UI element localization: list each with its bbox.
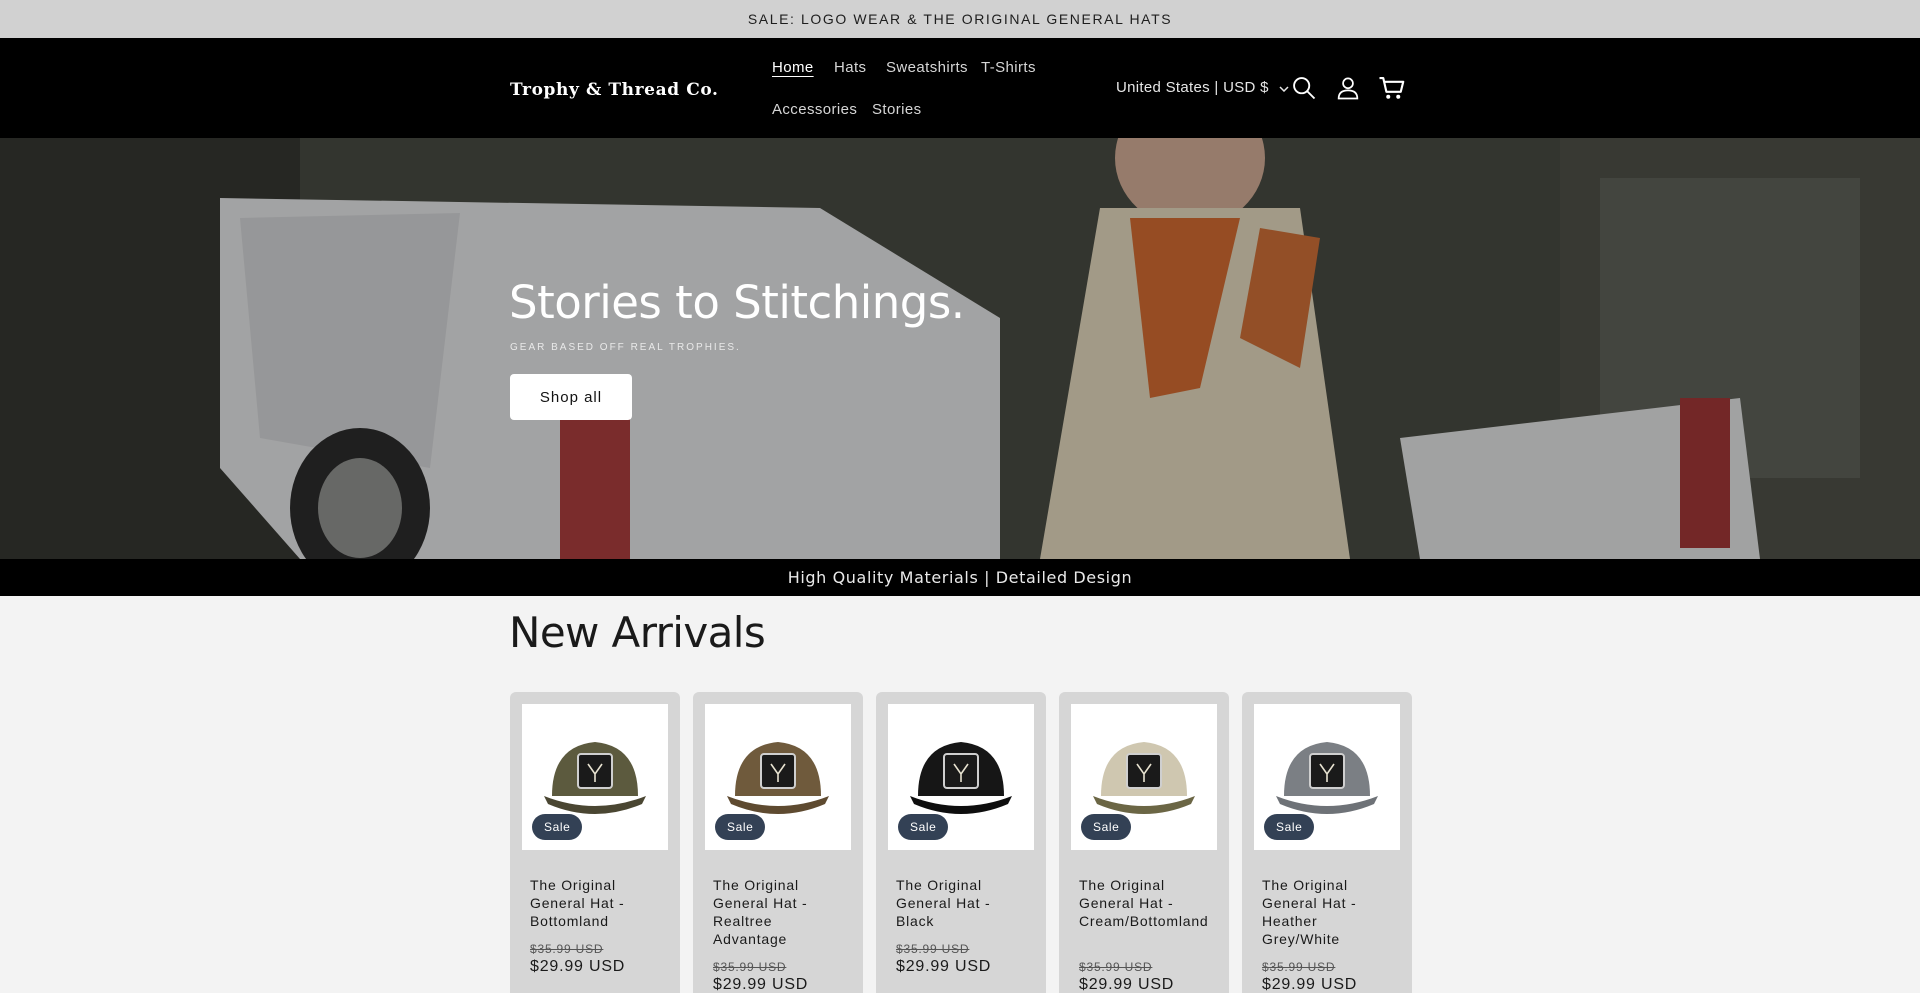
- product-card[interactable]: Sale The Original General Hat - Cream/Bot…: [1059, 692, 1229, 993]
- sale-badge: Sale: [898, 814, 949, 840]
- product-title[interactable]: The Original General Hat - Heather Grey/…: [1262, 876, 1398, 948]
- product-card[interactable]: Sale The Original General Hat - Bottomlan…: [510, 692, 680, 993]
- product-card[interactable]: Sale The Original General Hat - Heather G…: [1242, 692, 1412, 993]
- search-icon[interactable]: [1290, 74, 1318, 102]
- sale-badge: Sale: [532, 814, 583, 840]
- hero-banner: Stories to Stitchings. GEAR BASED OFF RE…: [0, 138, 1920, 559]
- feature-strip: High Quality Materials | Detailed Design: [0, 559, 1920, 596]
- sale-badge: Sale: [1264, 814, 1315, 840]
- hero-image: [0, 138, 1920, 559]
- announcement-text: SALE: LOGO WEAR & THE ORIGINAL GENERAL H…: [747, 11, 1173, 27]
- nav-home[interactable]: Home: [772, 59, 814, 76]
- product-title[interactable]: The Original General Hat - Black: [896, 876, 1032, 930]
- regular-price: $35.99 USD: [1262, 960, 1336, 974]
- locale-selector[interactable]: United States | USD $: [1116, 79, 1289, 96]
- section-title: New Arrivals: [509, 608, 766, 657]
- sale-badge: Sale: [1081, 814, 1132, 840]
- feature-strip-text: High Quality Materials | Detailed Design: [787, 568, 1133, 587]
- regular-price: $35.99 USD: [896, 942, 970, 956]
- product-card[interactable]: Sale The Original General Hat - Black $35.…: [876, 692, 1046, 993]
- account-icon[interactable]: [1334, 74, 1362, 102]
- regular-price: $35.99 USD: [530, 942, 604, 956]
- nav-stories[interactable]: Stories: [872, 101, 922, 118]
- locale-label: United States | USD $: [1116, 79, 1269, 96]
- site-header: Trophy & Thread Co. Home Hats Sweatshirt…: [0, 38, 1920, 138]
- nav-sweatshirts[interactable]: Sweatshirts: [886, 59, 968, 76]
- nav-tshirts[interactable]: T-Shirts: [981, 59, 1036, 76]
- product-card[interactable]: Sale The Original General Hat - Realtree …: [693, 692, 863, 993]
- sale-price: $29.99 USD: [1262, 976, 1358, 993]
- sale-price: $29.99 USD: [530, 958, 626, 975]
- site-logo[interactable]: Trophy & Thread Co.: [510, 80, 719, 100]
- product-title[interactable]: The Original General Hat - Cream/Bottoml…: [1079, 876, 1215, 930]
- regular-price: $35.99 USD: [1079, 960, 1153, 974]
- nav-accessories[interactable]: Accessories: [772, 101, 857, 118]
- shop-all-button[interactable]: Shop all: [510, 374, 632, 420]
- cart-icon[interactable]: [1377, 73, 1407, 103]
- sale-price: $29.99 USD: [1079, 976, 1175, 993]
- sale-price: $29.99 USD: [896, 958, 992, 975]
- hero-title: Stories to Stitchings.: [509, 276, 965, 329]
- sale-badge: Sale: [715, 814, 766, 840]
- sale-price: $29.99 USD: [713, 976, 809, 993]
- nav-hats[interactable]: Hats: [834, 59, 866, 76]
- hero-subtitle: GEAR BASED OFF REAL TROPHIES.: [510, 342, 741, 353]
- announcement-bar: SALE: LOGO WEAR & THE ORIGINAL GENERAL H…: [0, 0, 1920, 38]
- product-title[interactable]: The Original General Hat - Realtree Adva…: [713, 876, 849, 948]
- chevron-down-icon: [1279, 79, 1289, 96]
- product-title[interactable]: The Original General Hat - Bottomland: [530, 876, 666, 930]
- regular-price: $35.99 USD: [713, 960, 787, 974]
